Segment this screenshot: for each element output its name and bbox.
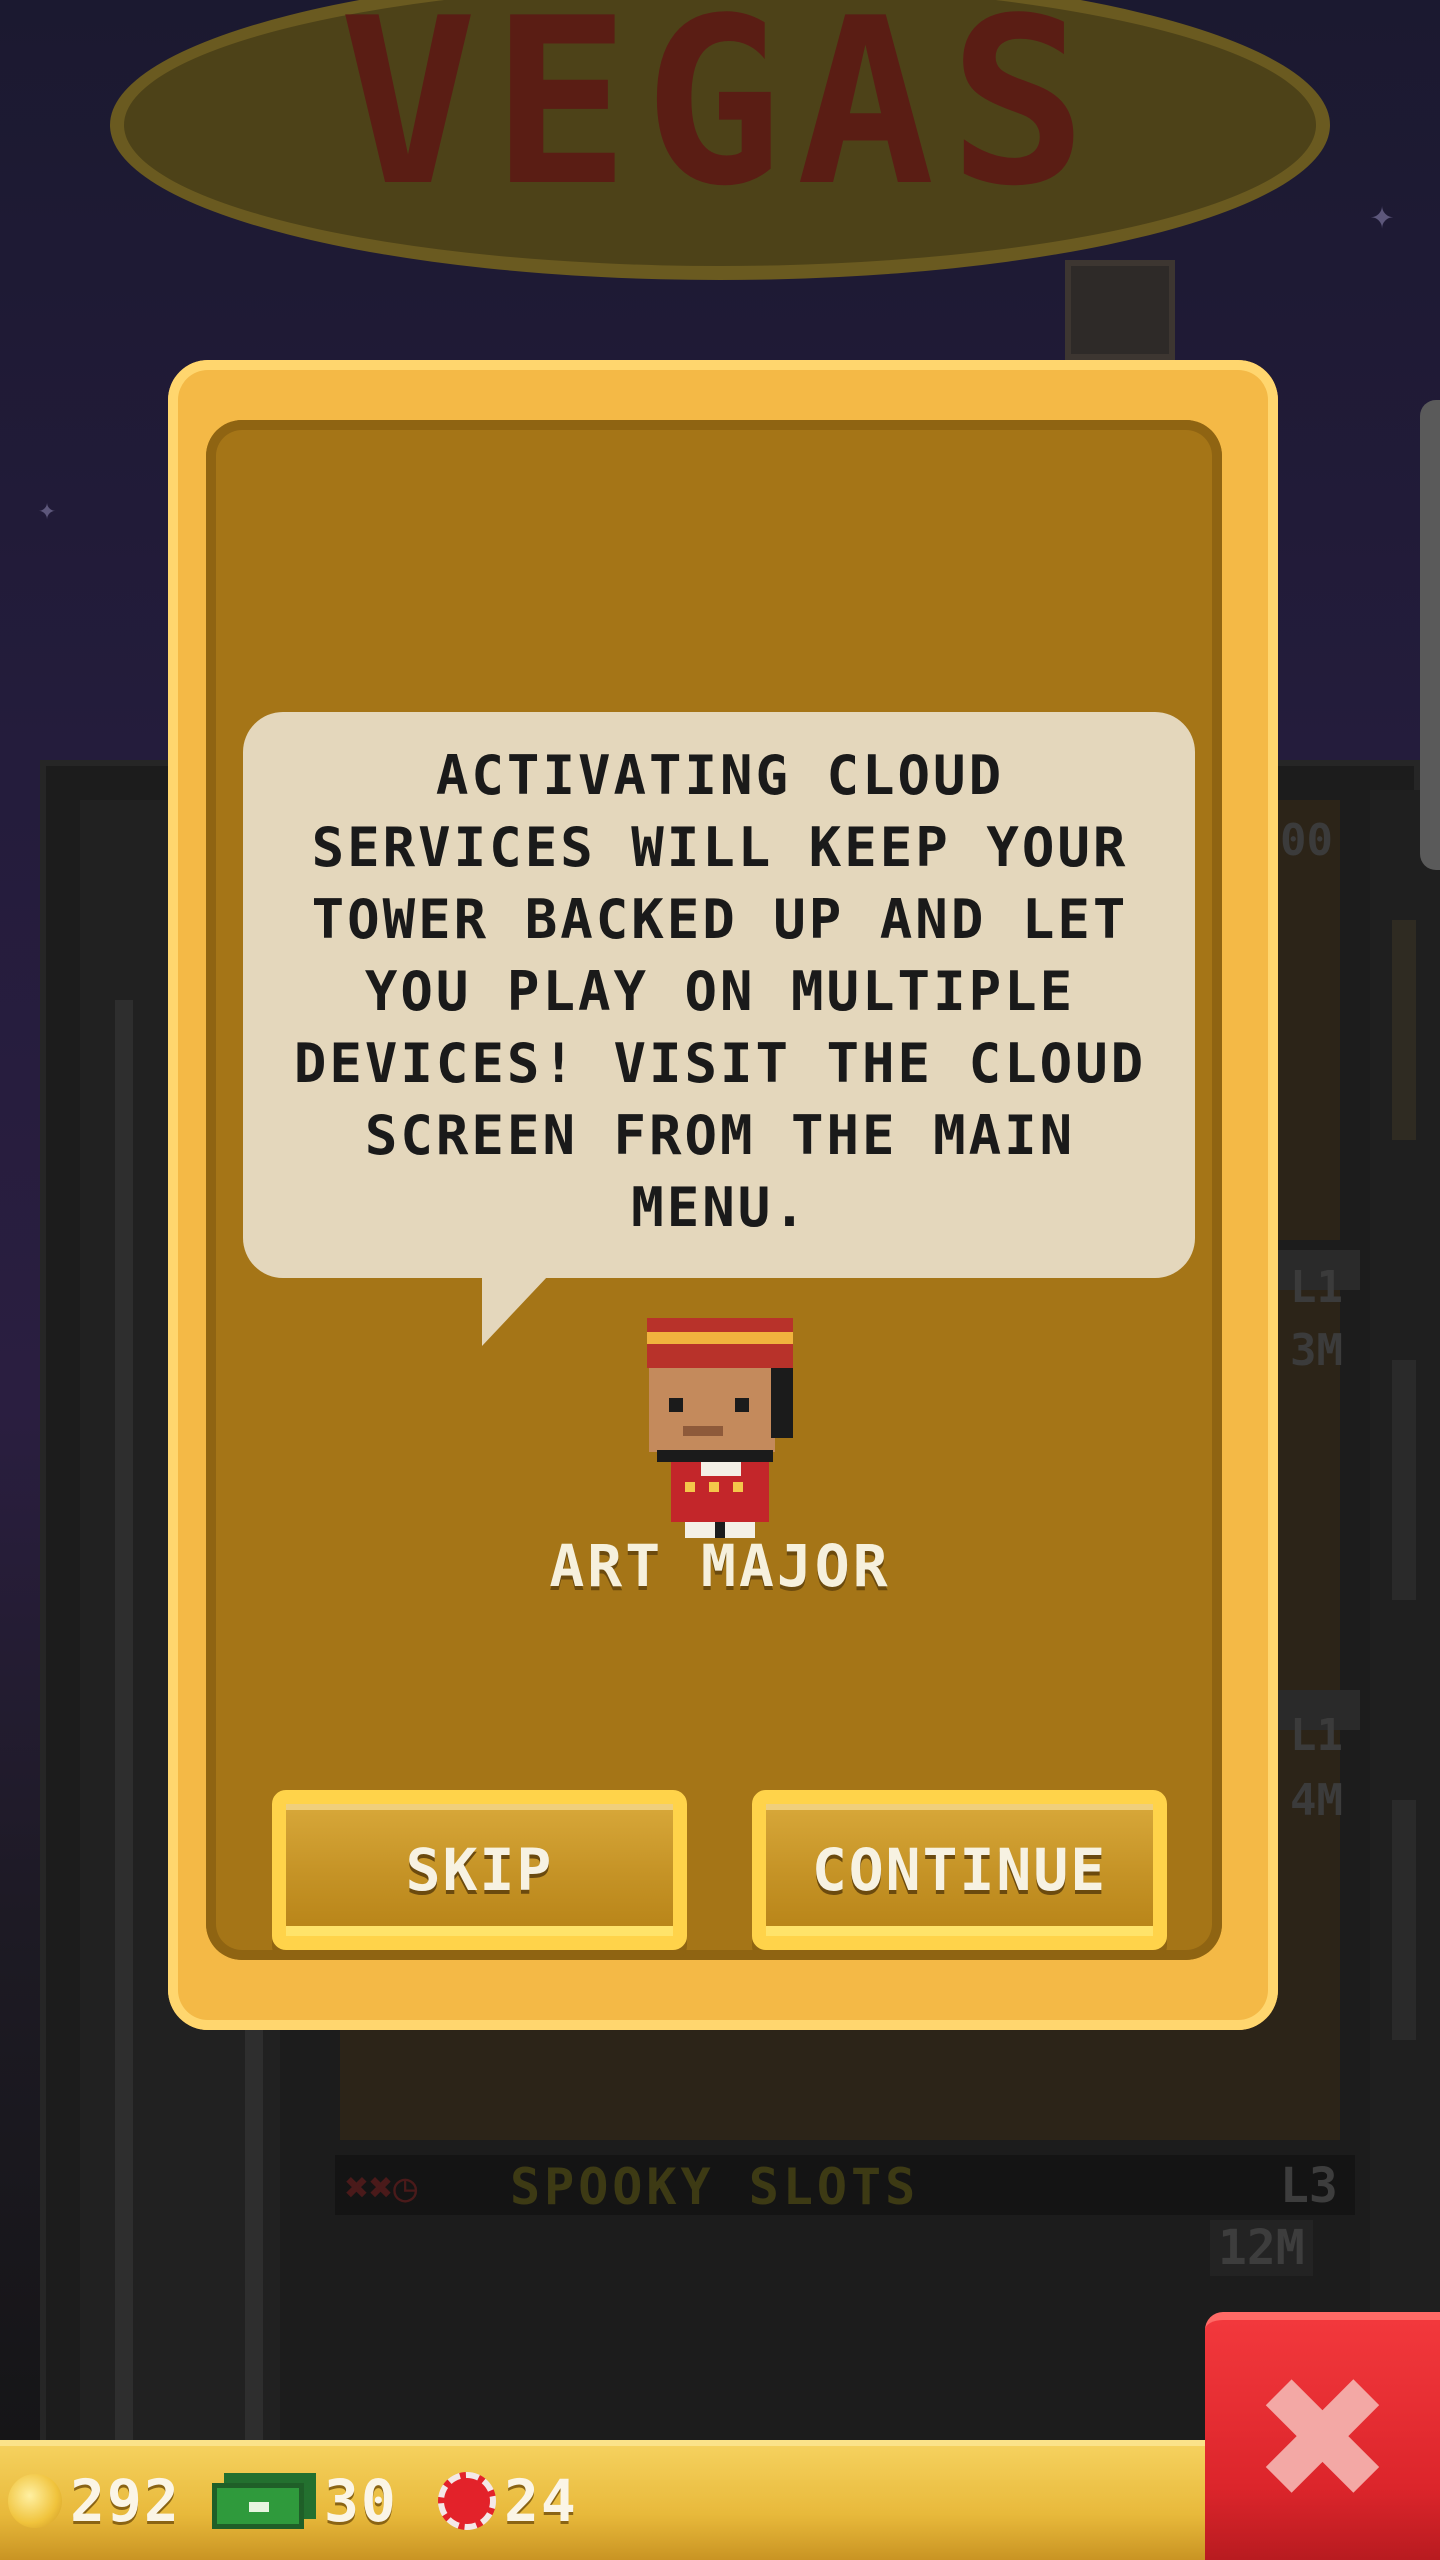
floor-tag: 3M: [1290, 1325, 1343, 1376]
speech-bubble-tail: [482, 1276, 548, 1346]
floor-cost: 12M: [1210, 2220, 1313, 2276]
chip-icon: [438, 2472, 496, 2530]
chips-counter: 24: [438, 2466, 578, 2536]
character-name: ART MAJOR: [549, 1532, 891, 1600]
chips-value: 24: [504, 2467, 578, 2535]
coin-icon: [8, 2474, 62, 2528]
cash-icon: [212, 2473, 316, 2529]
bellhop-character-icon: [645, 1318, 795, 1538]
coins-counter: 292: [8, 2466, 181, 2536]
vegas-sign-text: VEGAS: [338, 0, 1102, 237]
floor-name: SPOOKY SLOTS: [510, 2158, 920, 2216]
floor-tag: 4M: [1290, 1775, 1343, 1826]
coins-value: 292: [70, 2467, 181, 2535]
side-bar: [1392, 1360, 1416, 1600]
side-bar: [1392, 1800, 1416, 2040]
cash-value: 30: [324, 2467, 398, 2535]
floor-level: L3: [1280, 2158, 1338, 2214]
star-icon: ✦: [1370, 192, 1395, 238]
dialog-message: ACTIVATING CLOUD SERVICES WILL KEEP YOUR…: [293, 744, 1147, 1239]
sign-post: [1065, 260, 1175, 360]
side-bar: [1392, 920, 1416, 1140]
floor-status-icons: ✖✖◷: [345, 2165, 418, 2211]
star-icon: ✦: [38, 492, 57, 527]
floor-tag: L1: [1290, 1262, 1343, 1313]
vegas-sign: VEGAS: [110, 0, 1330, 280]
continue-button[interactable]: CONTINUE: [752, 1790, 1167, 1950]
cash-counter: 30: [212, 2466, 398, 2536]
close-button[interactable]: ✖: [1205, 2312, 1440, 2560]
side-drawer-handle[interactable]: [1420, 400, 1440, 870]
floor-tag: 00: [1280, 815, 1333, 866]
tower-stripe: [115, 1000, 133, 2440]
skip-button[interactable]: SKIP: [272, 1790, 687, 1950]
close-icon: ✖: [1251, 2341, 1394, 2539]
floor-tag: L1: [1290, 1710, 1343, 1761]
